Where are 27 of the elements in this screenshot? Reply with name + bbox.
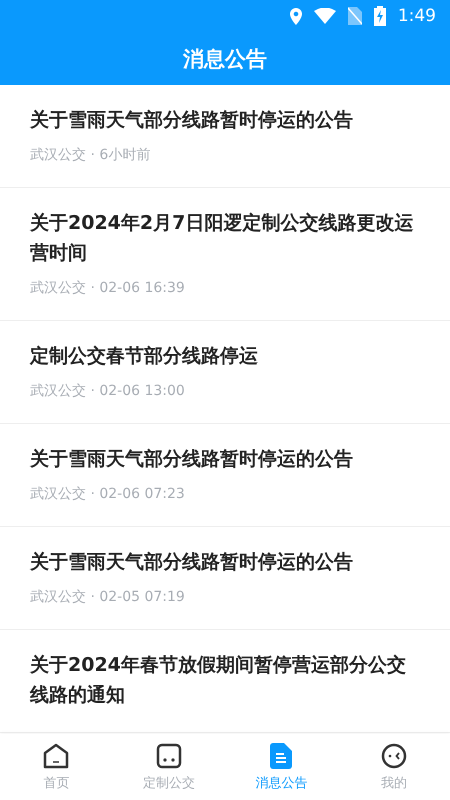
notice-title: 关于2024年2月7日阳逻定制公交线路更改运营时间 [30, 211, 414, 266]
notice-title: 关于雪雨天气部分线路暂时停运的公告 [30, 108, 354, 133]
page-title: 消息公告 [183, 46, 267, 72]
no-sim-icon [348, 7, 362, 25]
battery-charging-icon [374, 6, 386, 26]
notice-item[interactable]: 关于2024年春节放假期间暂停营运部分公交线路的通知 [0, 630, 450, 733]
notice-title: 关于2024年春节放假期间暂停营运部分公交线路的通知 [30, 653, 407, 708]
notice-item[interactable]: 关于雪雨天气部分线路暂时停运的公告 武汉公交 · 02-06 07:23 [0, 424, 450, 527]
document-icon [270, 742, 292, 768]
face-icon [380, 742, 407, 768]
status-time: 1:49 [398, 6, 436, 26]
notice-item[interactable]: 关于2024年2月7日阳逻定制公交线路更改运营时间 武汉公交 · 02-06 16:39 [0, 188, 450, 321]
notice-item[interactable]: 定制公交春节部分线路停运 武汉公交 · 02-06 13:00 [0, 321, 450, 424]
notice-title: 定制公交春节部分线路停运 [30, 344, 259, 369]
bus-front-icon [156, 742, 182, 768]
notice-item[interactable]: 关于雪雨天气部分线路暂时停运的公告 武汉公交 · 02-05 07:19 [0, 527, 450, 630]
notice-meta: 武汉公交 · 6小时前 [30, 146, 152, 165]
home-icon [43, 742, 70, 768]
notice-meta: 武汉公交 · 02-06 07:23 [30, 485, 186, 504]
location-icon [290, 8, 302, 24]
notice-meta: 武汉公交 · 02-06 13:00 [30, 382, 186, 401]
wifi-icon [314, 8, 336, 24]
notice-meta: 武汉公交 · 02-05 07:19 [30, 588, 186, 607]
notice-item[interactable]: 关于雪雨天气部分线路暂时停运的公告 武汉公交 · 6小时前 [0, 85, 450, 188]
notice-title: 关于雪雨天气部分线路暂时停运的公告 [30, 550, 354, 575]
notice-title: 关于雪雨天气部分线路暂时停运的公告 [30, 447, 354, 472]
notice-meta: 武汉公交 · 02-06 16:39 [30, 279, 186, 298]
